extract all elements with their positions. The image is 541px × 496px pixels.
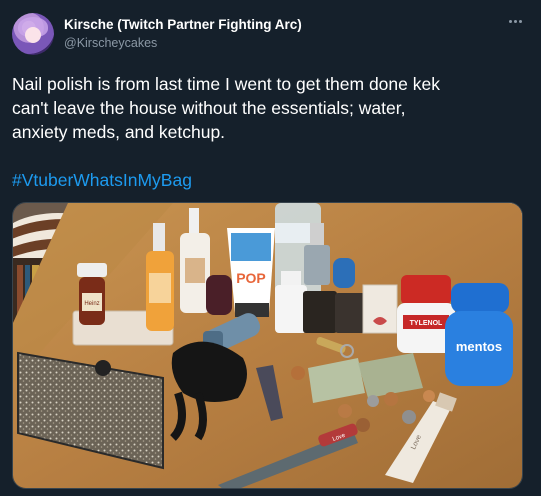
avatar-face bbox=[25, 27, 41, 43]
avatar[interactable] bbox=[12, 13, 54, 55]
more-options-icon[interactable] bbox=[506, 14, 524, 28]
tweet-card: Kirsche (Twitch Partner Fighting Arc) @K… bbox=[0, 0, 541, 496]
nail-polish-b bbox=[335, 293, 365, 333]
photo-illustration: Heinz POP TYLENOL mentos Love Love bbox=[13, 203, 522, 488]
blue-cap bbox=[333, 258, 355, 288]
dark-bottle bbox=[206, 275, 232, 315]
svg-text:POP: POP bbox=[236, 270, 266, 286]
ketchup-jar: Heinz bbox=[77, 263, 107, 325]
svg-text:mentos: mentos bbox=[456, 339, 502, 354]
mentos-container: mentos bbox=[445, 283, 513, 386]
svg-text:Heinz: Heinz bbox=[84, 301, 99, 307]
nail-polish-a bbox=[303, 291, 337, 333]
svg-text:TYLENOL: TYLENOL bbox=[410, 320, 443, 327]
tweet-text-line: Nail polish is from last time I went to … bbox=[12, 74, 440, 94]
author-display-name[interactable]: Kirsche (Twitch Partner Fighting Arc) bbox=[64, 17, 302, 32]
author-handle[interactable]: @Kirscheycakes bbox=[64, 36, 157, 50]
sunscreen-tube: POP bbox=[227, 228, 275, 317]
small-box bbox=[362, 284, 398, 334]
tweet-text: Nail polish is from last time I went to … bbox=[12, 72, 532, 144]
tweet-text-line: anxiety meds, and ketchup. bbox=[12, 122, 226, 142]
hashtag-link[interactable]: #VtuberWhatsInMyBag bbox=[12, 168, 192, 192]
tweet-text-line: can't leave the house without the essent… bbox=[12, 98, 406, 118]
tweet-photo[interactable]: Heinz POP TYLENOL mentos Love Love bbox=[12, 202, 523, 489]
